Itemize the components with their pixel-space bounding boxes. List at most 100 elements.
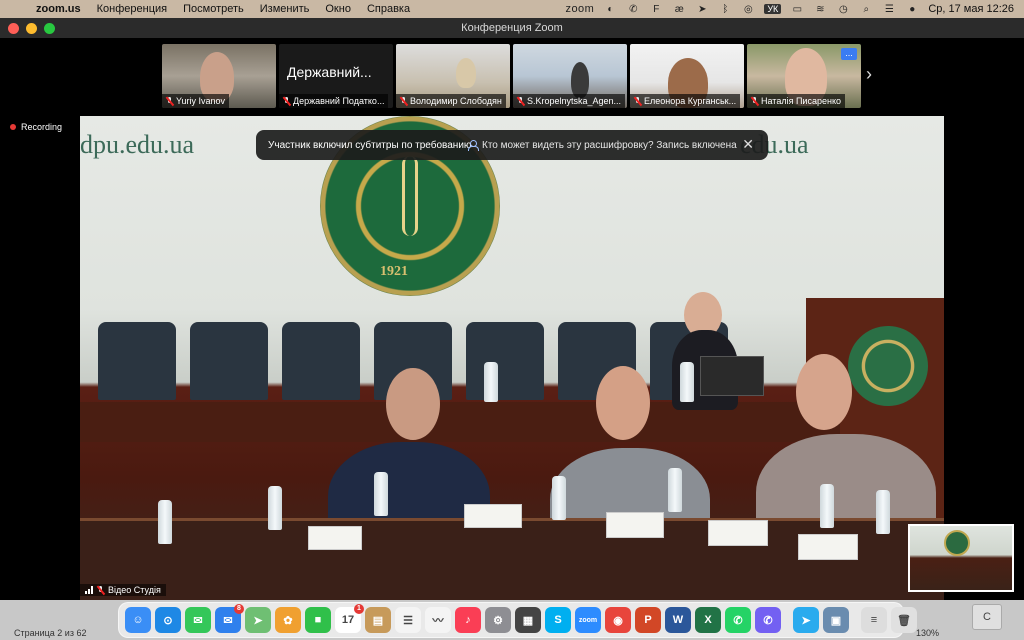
page-status: Страница 2 из 62 xyxy=(14,628,87,638)
caduceus-icon xyxy=(402,156,418,236)
fullscreen-window-button[interactable] xyxy=(44,23,55,34)
dock-settings-glyph: ⚙ xyxy=(493,614,503,627)
dock-whatsapp-icon[interactable]: ✆ xyxy=(725,607,751,633)
menu-conference[interactable]: Конференция xyxy=(89,3,175,15)
dock-reminders-glyph: ☰ xyxy=(403,614,413,627)
menu-datetime[interactable]: Ср, 17 мая 12:26 xyxy=(928,3,1014,15)
dock-excel-icon[interactable]: X xyxy=(695,607,721,633)
recording-dot-icon xyxy=(10,124,16,130)
dock-music-icon[interactable]: ♪ xyxy=(455,607,481,633)
main-video[interactable]: dpu.edu.ua edu.ua 1921 xyxy=(80,116,944,600)
dock-photos-icon[interactable]: ✿ xyxy=(275,607,301,633)
dock-freeform-glyph: 〰 xyxy=(432,615,444,627)
app-menu-zoom[interactable]: zoom.us xyxy=(28,3,89,15)
water-bottle xyxy=(484,362,498,402)
dock-finder-icon[interactable]: ☺ xyxy=(125,607,151,633)
participant-video xyxy=(456,58,476,88)
dock-calendar-glyph: 17 xyxy=(341,614,355,626)
dock-calendar-icon[interactable]: 17 1 xyxy=(335,604,364,633)
mic-muted-icon xyxy=(97,585,104,595)
participant-tile[interactable]: Елеонора Курганськ... xyxy=(630,44,744,108)
people-icon xyxy=(468,140,479,151)
dock-downloads-glyph: ≡ xyxy=(870,614,878,626)
participant-tile[interactable]: S.Kropelnytska_Agen... xyxy=(513,44,627,108)
wifi-icon[interactable]: ≋ xyxy=(813,3,827,15)
dock-freeform-icon[interactable]: 〰 xyxy=(425,607,451,633)
dock-notes-app-icon[interactable]: ▤ xyxy=(365,607,391,633)
keyboard-layout-indicator[interactable]: УК xyxy=(764,4,782,14)
recording-indicator[interactable]: Recording xyxy=(10,122,62,132)
dock-viber-glyph: ✆ xyxy=(763,614,773,627)
main-video-participant-name: Відео Студія xyxy=(108,585,161,595)
viber-tray-icon[interactable]: ✆ xyxy=(626,3,640,15)
dock-settings-icon[interactable]: ⚙ xyxy=(485,607,511,633)
dock-excel-glyph: X xyxy=(704,614,712,626)
dock-telegram-icon[interactable]: ➤ xyxy=(793,607,819,633)
recording-label: Recording xyxy=(21,122,63,132)
dock: ☺ ⊙ ✉ ✉ 8 ➤ ✿ ■ 17 1 ▤ ☰ 〰 ♪ ⚙ ▦ Szoom ◉ P W X ✆ ✆ ➤ ▣ ≡ 🗑 xyxy=(118,602,917,638)
water-bottle xyxy=(374,472,388,516)
dock-safari-icon[interactable]: ⊙ xyxy=(155,607,181,633)
self-view-emblem xyxy=(944,530,970,556)
document-thumbnail[interactable]: C xyxy=(972,604,1002,630)
dock-powerpoint-icon[interactable]: P xyxy=(635,607,661,633)
zoom-window: Yuriy Ivanov Державний... Державний Пода… xyxy=(0,38,1024,600)
dock-facetime-glyph: ■ xyxy=(314,614,322,626)
close-window-button[interactable] xyxy=(8,23,19,34)
airplay-icon[interactable]: ◎ xyxy=(741,3,755,15)
dock-zoom-glyph: zoom xyxy=(578,616,598,624)
more-options-button[interactable]: ... xyxy=(841,48,857,60)
emblem-year: 1921 xyxy=(380,264,408,279)
dock-downloads-icon[interactable]: ≡ xyxy=(861,607,887,633)
transcript-visibility-link[interactable]: Кто может видеть эту расшифровку? Запись… xyxy=(468,140,737,151)
dock-zoom-icon[interactable]: zoom xyxy=(575,607,601,633)
water-bottle xyxy=(820,484,834,528)
participant-tile[interactable]: Yuriy Ivanov xyxy=(162,44,276,108)
minimize-window-button[interactable] xyxy=(26,23,37,34)
participant-tile[interactable]: Володимир Слободян xyxy=(396,44,510,108)
mic-muted-icon xyxy=(751,96,758,106)
next-page-arrow-icon[interactable]: › xyxy=(866,64,872,85)
menu-help[interactable]: Справка xyxy=(359,3,418,15)
mic-muted-icon xyxy=(400,96,407,106)
dock-chrome-icon[interactable]: ◉ xyxy=(605,607,631,633)
water-bottle xyxy=(876,490,890,534)
battery-icon[interactable]: ▭ xyxy=(790,3,804,15)
dock-reminders-icon[interactable]: ☰ xyxy=(395,607,421,633)
mic-muted-icon xyxy=(634,96,641,106)
participant-tile[interactable]: Державний... Державний Податко... xyxy=(279,44,393,108)
dock-preview-icon[interactable]: ▣ xyxy=(823,607,849,633)
dock-calculator-icon[interactable]: ▦ xyxy=(515,607,541,633)
window-title: Конференция Zoom xyxy=(461,22,563,34)
dock-viber-icon[interactable]: ✆ xyxy=(755,607,781,633)
dock-chrome-glyph: ◉ xyxy=(613,614,623,627)
dock-skype-icon[interactable]: S xyxy=(545,607,571,633)
dock-maps-icon[interactable]: ➤ xyxy=(245,607,271,633)
ae-tray-icon[interactable]: æ xyxy=(672,3,686,15)
mic-muted-icon xyxy=(517,96,524,106)
dock-whatsapp-glyph: ✆ xyxy=(733,614,743,627)
dock-facetime-icon[interactable]: ■ xyxy=(305,607,331,633)
participant-name: Володимир Слободян xyxy=(410,96,502,106)
dock-word-icon[interactable]: W xyxy=(665,607,691,633)
font-tray-icon[interactable]: F xyxy=(649,3,663,15)
control-center-icon[interactable]: ☰ xyxy=(882,3,896,15)
participant-tile[interactable]: ... Наталія Писаренко xyxy=(747,44,861,108)
dock-mail-icon[interactable]: ✉ 8 xyxy=(215,604,244,633)
water-bottle xyxy=(268,486,282,530)
siri-icon[interactable]: ● xyxy=(905,3,919,15)
close-notification-button[interactable]: ✕ xyxy=(742,137,754,151)
dock-messages-icon[interactable]: ✉ xyxy=(185,607,211,633)
menu-view[interactable]: Посмотреть xyxy=(175,3,252,15)
clock-icon[interactable]: ◷ xyxy=(836,3,850,15)
podium-emblem xyxy=(848,326,928,406)
telegram-tray-icon[interactable]: ➤ xyxy=(695,3,709,15)
menu-edit[interactable]: Изменить xyxy=(252,3,318,15)
menu-window[interactable]: Окно xyxy=(317,3,359,15)
bluetooth-icon[interactable]: ᛒ xyxy=(718,3,732,15)
sound-icon[interactable]: ◐ xyxy=(603,3,617,15)
self-view[interactable] xyxy=(908,524,1014,592)
search-icon[interactable]: ⌕ xyxy=(859,3,873,15)
zoom-tray-icon[interactable]: zoom xyxy=(565,3,594,15)
dock-trash-icon[interactable]: 🗑 xyxy=(891,607,917,633)
